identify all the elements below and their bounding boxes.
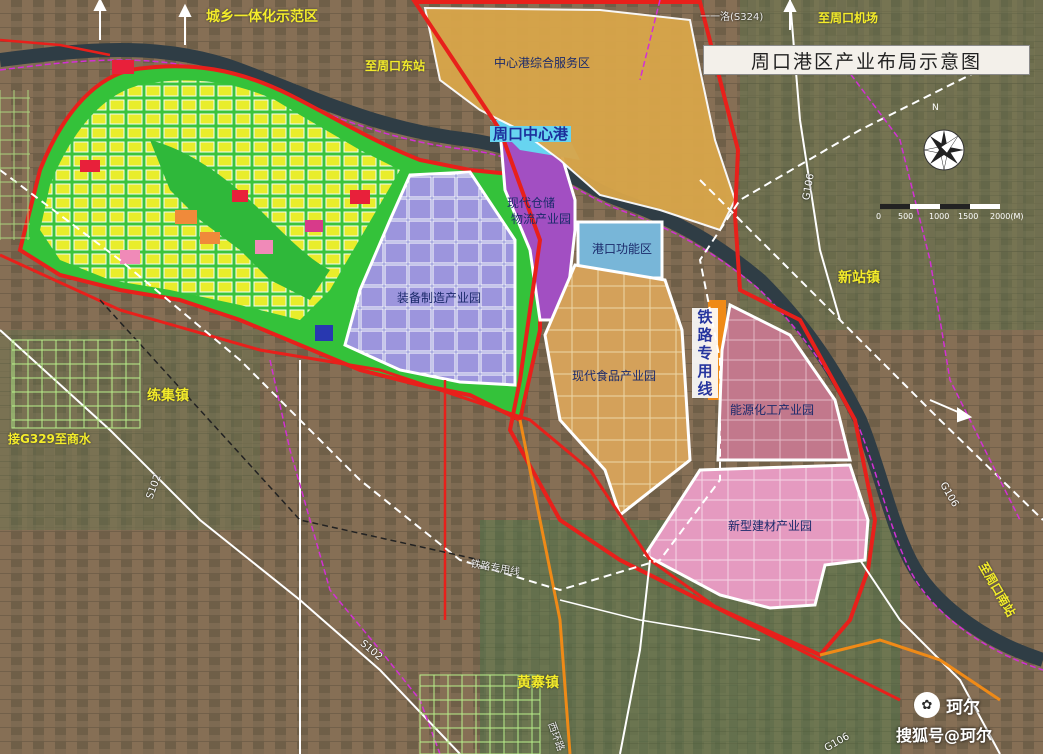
port-function-label: 港口功能区: [592, 242, 653, 256]
red-block: [80, 160, 100, 172]
red-block: [112, 60, 134, 74]
scale-tick-1000: 1000: [929, 212, 950, 221]
red-block: [232, 190, 248, 202]
pink-block: [120, 250, 140, 264]
magenta-block: [305, 220, 323, 232]
blue-block: [315, 325, 333, 341]
to-shangshui-label: 接G329至商水: [8, 432, 91, 446]
map-canvas: [0, 0, 1043, 754]
to-airport-label: 至周口机场: [818, 11, 879, 25]
compass-north-label: N: [932, 103, 939, 113]
logistics-label-line1: 现代仓储: [507, 196, 556, 210]
urban-rural-label: 城乡一体化示范区: [206, 9, 318, 25]
lianji-town-grid: [11, 339, 141, 429]
building-park-label: 新型建材产业园: [728, 519, 813, 533]
compass-rose: [923, 129, 965, 171]
scale-tick-500: 500: [898, 212, 914, 221]
huangzhai-town-label: 黄寨镇: [517, 675, 559, 691]
red-block: [350, 190, 370, 204]
watermark-logo-icon: ✿: [914, 692, 940, 718]
scale-tick-0: 0: [876, 212, 882, 221]
food-park-label: 现代食品产业园: [572, 369, 657, 383]
orange-block: [200, 232, 220, 244]
scale-tick-1500: 1500: [958, 212, 979, 221]
energy-park-label: 能源化工产业园: [730, 403, 815, 417]
pink-block: [255, 240, 273, 254]
service-zone-label: 中心港综合服务区: [494, 56, 591, 70]
west-town-grid: [0, 90, 30, 240]
scale-tick-2000: 2000(M): [990, 212, 1024, 221]
industrial-layout-map: 周口港区产业布局示意图 中心港综合服务区 周口中心港 现代仓储 物流产业园 港口…: [0, 0, 1043, 754]
central-port-label: 周口中心港: [490, 126, 572, 142]
watermark-site: 搜狐号@珂尔: [896, 726, 993, 745]
orange-block: [175, 210, 197, 224]
equipment-park-label: 装备制造产业园: [397, 291, 482, 305]
road-s324-label: 一一洛(S324): [700, 12, 764, 23]
lianji-town-label: 练集镇: [147, 388, 189, 404]
rail-special-line-label: 铁路专用线: [692, 308, 718, 398]
map-title: 周口港区产业布局示意图: [703, 45, 1030, 75]
watermark-name: 珂尔: [946, 698, 980, 718]
logistics-label-line2: 物流产业园: [511, 212, 572, 226]
to-east-station-label: 至周口东站: [365, 59, 426, 73]
scale-bar: [880, 204, 1000, 209]
xinzhan-town-label: 新站镇: [838, 270, 880, 286]
